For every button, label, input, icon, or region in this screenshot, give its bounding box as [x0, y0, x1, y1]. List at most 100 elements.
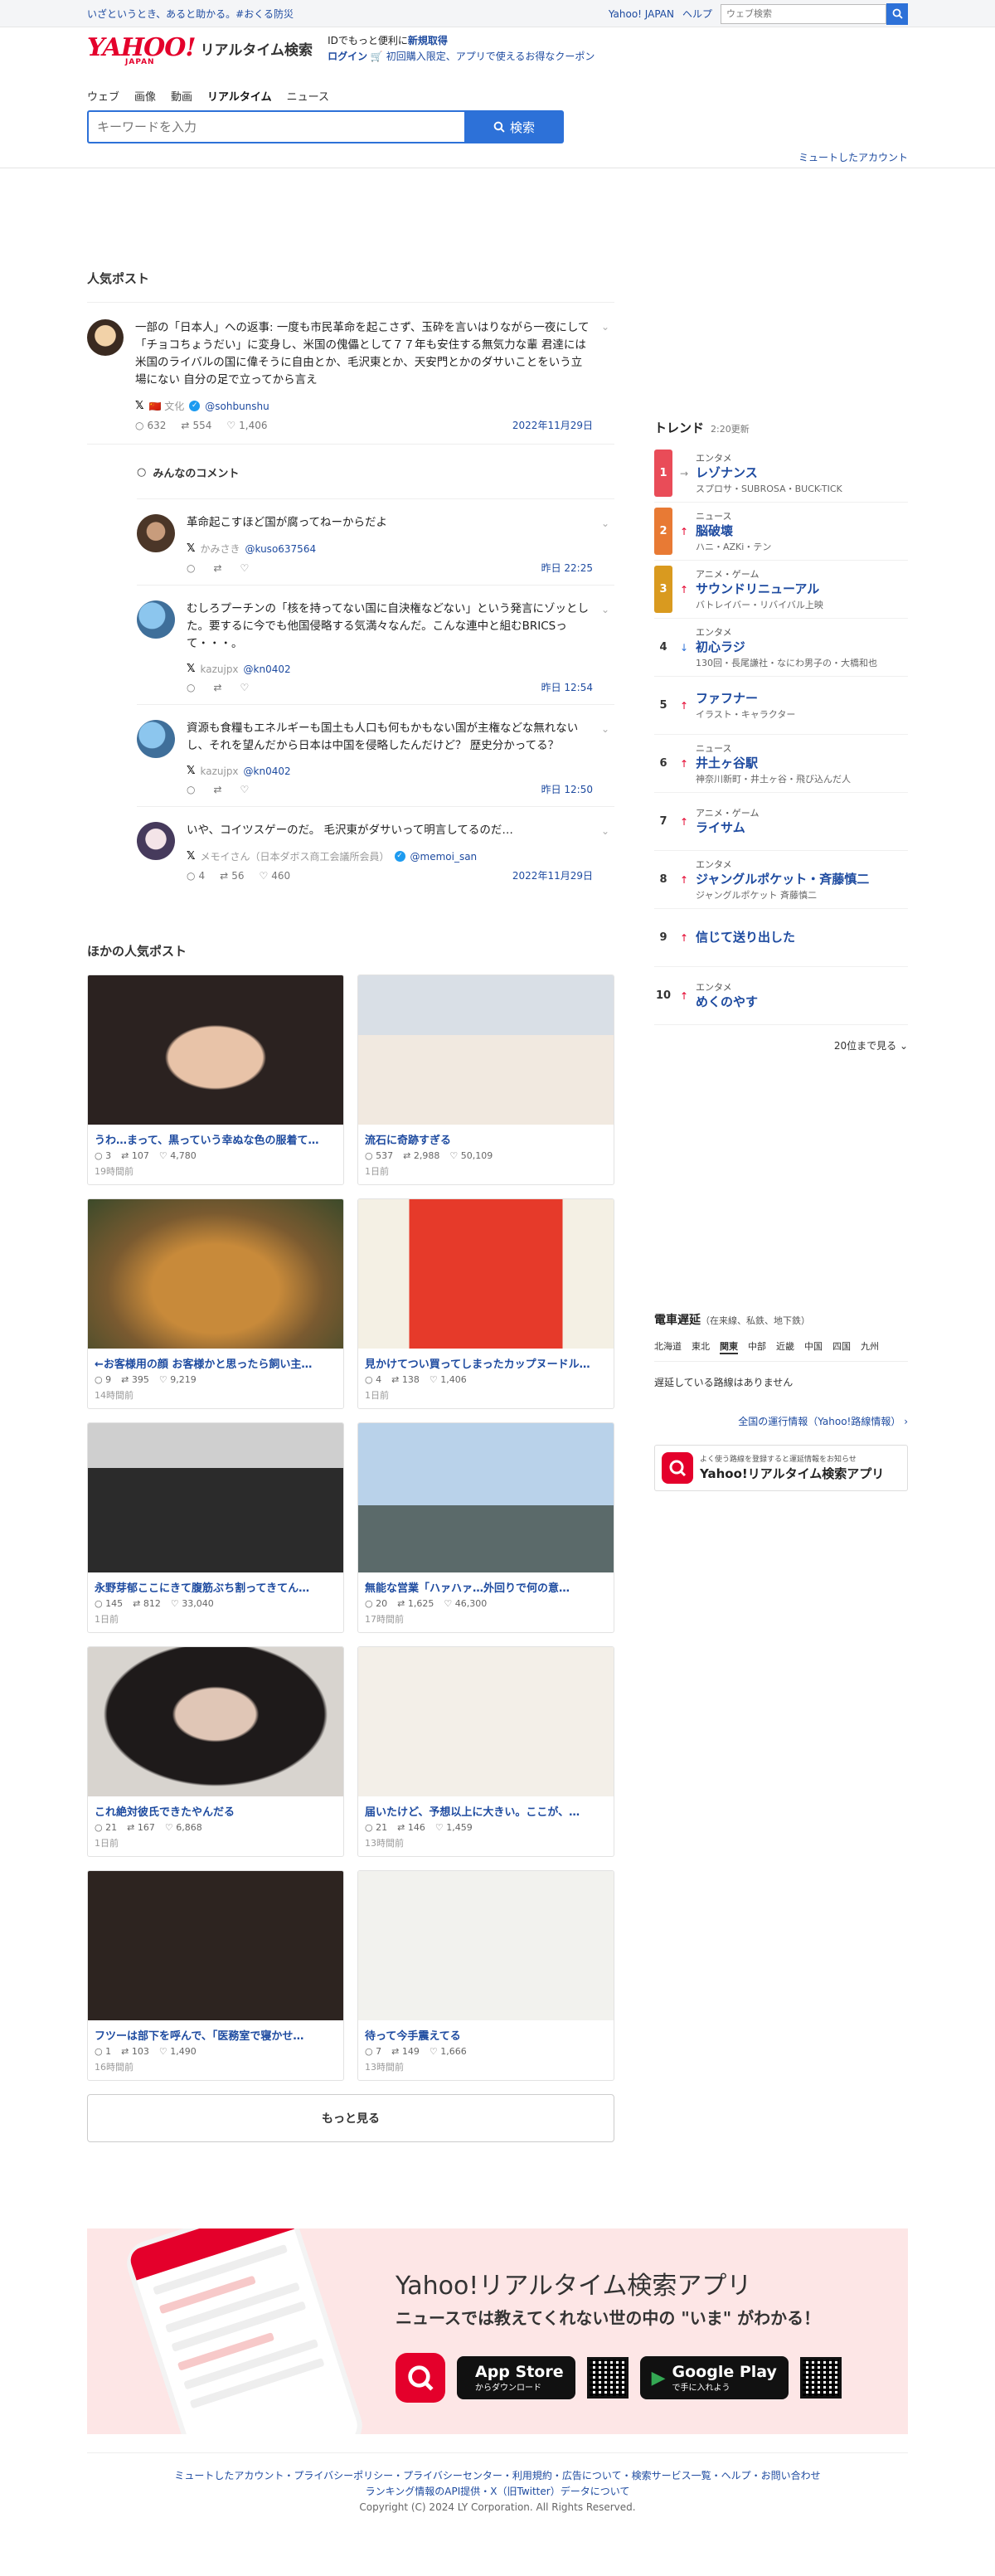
tab-web[interactable]: ウェブ — [87, 88, 119, 104]
card-caption[interactable]: フツーは部下を呼んで、「医務室で寝かせ… — [88, 2020, 343, 2044]
post-image[interactable] — [358, 1423, 614, 1572]
comment-author[interactable]: kazujpx — [200, 766, 238, 777]
region-tab[interactable]: 東北 — [692, 1339, 710, 1354]
bosai-link[interactable]: いざというとき、あると助かる。#おくる防災 — [87, 7, 294, 21]
card-caption[interactable]: 見かけてつい買ってしまったカップヌードル… — [358, 1349, 614, 1373]
comment-date[interactable]: 2022年11月29日 — [512, 868, 593, 882]
comment-author[interactable]: kazujpx — [200, 663, 238, 675]
post-card[interactable]: 届いたけど、予想以上に大きい。ここが、… ○ 21 ⇄ 146 ♡ 1,459 … — [357, 1646, 614, 1857]
coupon-link[interactable]: 初回購入限定、アプリで使えるお得なクーポン — [386, 51, 595, 62]
region-tab[interactable]: 北海道 — [654, 1339, 682, 1354]
post-image[interactable] — [88, 1423, 343, 1572]
post-image[interactable] — [358, 1199, 614, 1349]
post-date[interactable]: 2022年11月29日 — [512, 418, 593, 432]
comment-date[interactable]: 昨日 12:50 — [541, 782, 593, 796]
tab-image[interactable]: 画像 — [134, 88, 156, 104]
card-caption[interactable]: 待って今手震えてる — [358, 2020, 614, 2044]
trend-name[interactable]: ライサム — [696, 819, 759, 837]
post-card[interactable]: フツーは部下を呼んで、「医務室で寝かせ… ○ 1 ⇄ 103 ♡ 1,490 1… — [87, 1870, 344, 2081]
chevron-down-icon[interactable]: ⌄ — [601, 825, 609, 837]
yahoo-logo[interactable]: YAHOO! JAPAN — [87, 36, 197, 66]
google-play-badge[interactable]: ▶ Google Play で手に入れよう — [639, 2356, 789, 2399]
post-image[interactable] — [358, 1871, 614, 2020]
comment-author[interactable]: かみさき — [200, 542, 240, 556]
yahoo-japan-link[interactable]: Yahoo! JAPAN — [609, 8, 674, 20]
post-image[interactable] — [358, 975, 614, 1125]
trend-name[interactable]: めくのやす — [696, 994, 758, 1011]
reply-count[interactable]: ○ 632 — [135, 420, 166, 431]
trend-item[interactable]: 5 ↑ ファフナー イラスト・キャラクター — [654, 677, 908, 735]
trend-item[interactable]: 10 ↑ エンタメ めくのやす — [654, 967, 908, 1025]
post-author[interactable]: 🇨🇳 文化 — [148, 399, 184, 413]
post-card[interactable]: 待って今手震えてる ○ 7 ⇄ 149 ♡ 1,666 13時間前 — [357, 1870, 614, 2081]
post-image[interactable] — [88, 1199, 343, 1349]
web-search-button[interactable] — [886, 2, 908, 25]
trend-item[interactable]: 8 ↑ エンタメ ジャングルポケット・斉藤慎二 ジャングルポケット 斉藤慎二 — [654, 851, 908, 909]
comment-item[interactable]: いや、コイツスゲーのだ。 毛沢東がダサいって明言してるのだ… 𝕏 メモイさん（日… — [137, 806, 614, 892]
trend-item[interactable]: 7 ↑ アニメ・ゲーム ライサム — [654, 793, 908, 851]
trend-item[interactable]: 2 ↑ ニュース 脳破壊 ハニ・AZKi・テン — [654, 503, 908, 561]
region-tab[interactable]: 近畿 — [776, 1339, 794, 1354]
tab-news[interactable]: ニュース — [287, 88, 329, 104]
post-card[interactable]: ←お客様用の顔 お客様かと思ったら飼い主… ○ 9 ⇄ 395 ♡ 9,219 … — [87, 1198, 344, 1409]
post-card[interactable]: 見かけてつい買ってしまったカップヌードル… ○ 4 ⇄ 138 ♡ 1,406 … — [357, 1198, 614, 1409]
keyword-input[interactable] — [87, 110, 464, 143]
post-image[interactable] — [88, 1647, 343, 1796]
comment-handle[interactable]: @kuso637564 — [245, 543, 317, 555]
tab-realtime[interactable]: リアルタイム — [207, 88, 272, 104]
comment-date[interactable]: 昨日 22:25 — [541, 561, 593, 575]
trend-name[interactable]: 信じて送り出した — [696, 929, 795, 946]
tab-video[interactable]: 動画 — [171, 88, 192, 104]
like-count[interactable]: ♡ 1,406 — [226, 420, 267, 431]
footer-links-2[interactable]: ランキング情報のAPI提供・X（旧Twitter）データについて — [87, 2484, 908, 2500]
trend-item[interactable]: 3 ↑ アニメ・ゲーム サウンドリニューアル バトレイバー・リバイバル上映 — [654, 561, 908, 619]
reply-count[interactable]: ○ 4 — [187, 870, 205, 882]
post-card[interactable]: うわ…まって、黒っていう幸ぬな色の服着て… ○ 3 ⇄ 107 ♡ 4,780 … — [87, 975, 344, 1185]
repost-count[interactable]: ⇄ — [213, 562, 225, 574]
card-caption[interactable]: 届いたけど、予想以上に大きい。ここが、… — [358, 1796, 614, 1820]
post-image[interactable] — [88, 975, 343, 1125]
card-caption[interactable]: 流石に奇跡すぎる — [358, 1125, 614, 1149]
post-card[interactable]: 流石に奇跡すぎる ○ 537 ⇄ 2,988 ♡ 50,109 1日前 — [357, 975, 614, 1185]
region-tab[interactable]: 四国 — [832, 1339, 851, 1354]
main-post[interactable]: 一部の「日本人」への返事: 一度も市民革命を起こさず、玉砕を言いはりながら一夜に… — [87, 303, 614, 445]
all-lines-link[interactable]: 全国の運行情報（Yahoo!路線情報） — [738, 1416, 900, 1427]
reply-count[interactable]: ○ — [187, 562, 198, 574]
comment-handle[interactable]: @memoi_san — [410, 851, 478, 863]
repost-count[interactable]: ⇄ — [213, 784, 225, 795]
card-caption[interactable]: 無能な営業「ハァハァ…外回りで何の意… — [358, 1572, 614, 1597]
reply-count[interactable]: ○ — [187, 682, 198, 693]
region-tab[interactable]: 関東 — [720, 1339, 738, 1354]
region-tab[interactable]: 中部 — [748, 1339, 766, 1354]
post-handle[interactable]: @sohbunshu — [205, 401, 269, 412]
web-search-input[interactable] — [721, 3, 886, 24]
comment-handle[interactable]: @kn0402 — [244, 766, 291, 777]
comment-handle[interactable]: @kn0402 — [244, 663, 291, 675]
repost-count[interactable]: ⇄ — [213, 682, 225, 693]
help-link[interactable]: ヘルプ — [682, 7, 712, 21]
card-caption[interactable]: 永野芽郁ここにきて腹筋ぶち割ってきてん… — [88, 1572, 343, 1597]
comment-item[interactable]: むしろプーチンの「核を持ってない国に自決権などない」という発言にゾッとした。要す… — [137, 585, 614, 704]
post-card[interactable]: 無能な営業「ハァハァ…外回りで何の意… ○ 20 ⇄ 1,625 ♡ 46,30… — [357, 1422, 614, 1633]
region-tab[interactable]: 九州 — [861, 1339, 879, 1354]
login-link[interactable]: ログイン — [328, 51, 367, 62]
muted-accounts-link[interactable]: ミュートしたアカウント — [798, 150, 908, 164]
trend-name[interactable]: 初心ラジ — [696, 639, 877, 656]
like-count[interactable]: ♡ — [240, 682, 253, 693]
post-card[interactable]: これ絶対彼氏できたやんだる ○ 21 ⇄ 167 ♡ 6,868 1日前 — [87, 1646, 344, 1857]
post-image[interactable] — [358, 1647, 614, 1796]
repost-count[interactable]: ⇄ 554 — [181, 420, 211, 431]
chevron-down-icon[interactable]: ⌄ — [601, 518, 609, 529]
app-banner[interactable]: よく使う路線を登録すると運延情報をお知らせ Yahoo!リアルタイム検索アプリ — [654, 1445, 908, 1491]
comment-item[interactable]: 資源も食糧もエネルギーも国土も人口も何もかもない国が主権などな無れないし、それを… — [137, 704, 614, 806]
card-caption[interactable]: ←お客様用の顔 お客様かと思ったら飼い主… — [88, 1349, 343, 1373]
like-count[interactable]: ♡ — [240, 784, 253, 795]
search-button[interactable]: 検索 — [464, 110, 564, 143]
show-top20-link[interactable]: 20位まで見る — [834, 1040, 896, 1052]
post-card[interactable]: 永野芽郁ここにきて腹筋ぶち割ってきてん… ○ 145 ⇄ 812 ♡ 33,04… — [87, 1422, 344, 1633]
comment-date[interactable]: 昨日 12:54 — [541, 680, 593, 694]
trend-name[interactable]: サウンドリニューアル — [696, 581, 823, 598]
footer-links[interactable]: ミュートしたアカウント・プライバシーポリシー・プライバシーセンター・利用規約・広… — [87, 2468, 908, 2484]
repost-count[interactable]: ⇄ 56 — [220, 870, 244, 882]
card-caption[interactable]: これ絶対彼氏できたやんだる — [88, 1796, 343, 1820]
